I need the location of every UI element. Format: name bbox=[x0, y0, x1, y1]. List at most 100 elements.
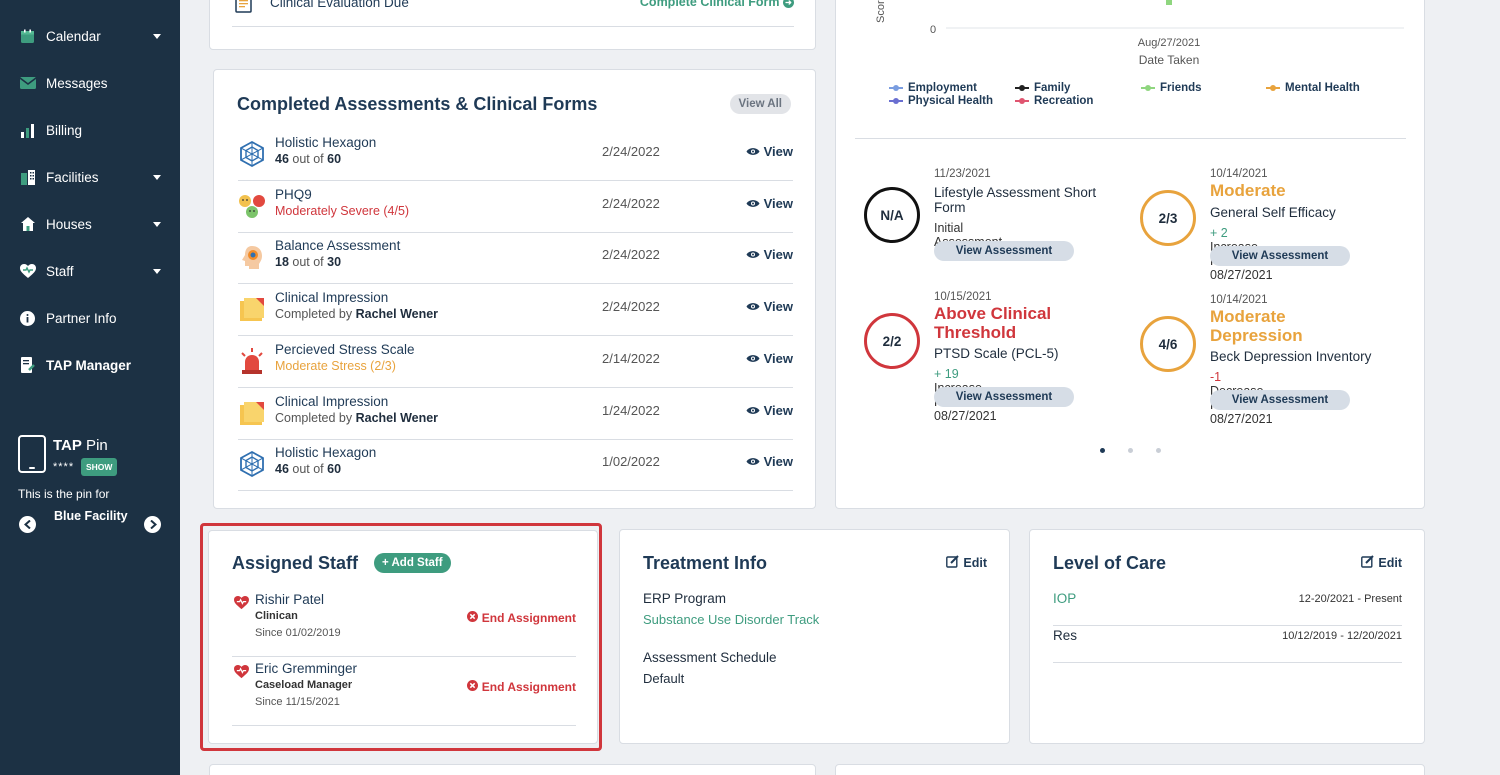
score-level: Moderate Depression bbox=[1210, 307, 1303, 345]
nav-facilities-label: Facilities bbox=[46, 169, 99, 185]
score-level: Moderate bbox=[1210, 181, 1286, 200]
assessment-name: Clinical Impression bbox=[275, 393, 389, 409]
assessment-result: Completed by Rachel Wener bbox=[275, 411, 438, 425]
assessment-row: PHQ9 Moderately Severe (4/5) 2/24/2022 View bbox=[238, 181, 793, 233]
assessment-date: 2/24/2022 bbox=[602, 195, 660, 211]
view-assessment-link[interactable]: View bbox=[746, 454, 793, 469]
view-assessment-link[interactable]: View bbox=[746, 351, 793, 366]
previous-facility-button[interactable] bbox=[19, 516, 36, 533]
nav-facilities[interactable]: Facilities bbox=[0, 162, 180, 192]
chart-xlabel: Date Taken bbox=[1139, 53, 1200, 67]
chevron-down-icon[interactable] bbox=[153, 221, 161, 227]
score-assessment-name: PTSD Scale (PCL-5) bbox=[934, 346, 1059, 361]
chevron-down-icon[interactable] bbox=[153, 174, 161, 180]
clinical-evaluation-title: Clinical Evaluation Due bbox=[270, 0, 409, 10]
end-assignment-button[interactable]: End Assignment bbox=[466, 611, 576, 625]
eye-icon bbox=[746, 144, 760, 159]
nav-billing[interactable]: Billing bbox=[0, 115, 180, 145]
view-assessment-link[interactable]: View bbox=[746, 247, 793, 262]
chevron-down-icon[interactable] bbox=[153, 33, 161, 39]
staff-role: Clinican bbox=[255, 610, 298, 622]
view-all-button[interactable]: View All bbox=[729, 94, 791, 114]
legend-item[interactable]: Friends bbox=[1141, 82, 1202, 94]
score-circle: 2/3 bbox=[1140, 190, 1196, 246]
legend-item[interactable]: Recreation bbox=[1015, 95, 1093, 107]
staff-since: Since 01/02/2019 bbox=[255, 627, 341, 639]
assessment-schedule-label: Assessment Schedule bbox=[643, 650, 777, 665]
tap-pin-title: TAP Pin bbox=[53, 437, 108, 454]
nav-tap-manager[interactable]: TAP Manager bbox=[0, 350, 180, 380]
score-assessment-name: Lifestyle Assessment Short Form bbox=[934, 185, 1097, 215]
assessment-row: Holistic Hexagon 46 out of 60 1/02/2022 Vie… bbox=[238, 439, 793, 492]
view-assessment-button[interactable]: View Assessment bbox=[1210, 246, 1350, 266]
add-staff-button[interactable]: + Add Staff bbox=[374, 553, 451, 573]
carousel-dot-3[interactable] bbox=[1156, 448, 1161, 453]
eye-icon bbox=[746, 351, 760, 366]
view-assessment-link[interactable]: View bbox=[746, 299, 793, 314]
carousel-dot-2[interactable] bbox=[1128, 448, 1133, 453]
view-assessment-button[interactable]: View Assessment bbox=[934, 241, 1074, 261]
next-facility-button[interactable] bbox=[144, 516, 161, 533]
chart-data-point bbox=[1166, 0, 1172, 5]
show-pin-button[interactable]: SHOW bbox=[81, 458, 118, 476]
staff-role: Caseload Manager bbox=[255, 679, 353, 691]
view-assessment-link[interactable]: View bbox=[746, 196, 793, 211]
end-assignment-label: End Assignment bbox=[481, 680, 576, 694]
level-of-care-row: Res 10/12/2019 - 12/20/2021 bbox=[1053, 626, 1402, 663]
score-change-sign: + 19 bbox=[934, 367, 959, 381]
view-label: View bbox=[763, 195, 793, 211]
nav-calendar[interactable]: Calendar bbox=[0, 21, 180, 51]
treatment-edit-button[interactable]: Edit bbox=[946, 555, 987, 571]
assessment-date: 2/24/2022 bbox=[602, 247, 660, 263]
head-icon bbox=[238, 243, 266, 271]
assessment-schedule-value: Default bbox=[643, 671, 685, 686]
score-change-sign: + 2 bbox=[1210, 226, 1228, 240]
level-of-care-edit-button[interactable]: Edit bbox=[1361, 555, 1402, 571]
view-label: View bbox=[763, 247, 793, 263]
nav-messages[interactable]: Messages bbox=[0, 68, 180, 98]
view-assessment-button[interactable]: View Assessment bbox=[1210, 390, 1350, 410]
legend-item[interactable]: Family bbox=[1015, 82, 1070, 94]
nav-staff[interactable]: Staff bbox=[0, 256, 180, 286]
score-circle: 2/2 bbox=[864, 313, 920, 369]
legend-item[interactable]: Employment bbox=[889, 82, 977, 94]
note-icon bbox=[238, 295, 266, 323]
bottom-card-left bbox=[209, 764, 816, 775]
view-assessment-button[interactable]: View Assessment bbox=[934, 387, 1074, 407]
chevron-down-icon[interactable] bbox=[153, 268, 161, 274]
score-circle: N/A bbox=[864, 187, 920, 243]
legend-item[interactable]: Mental Health bbox=[1266, 82, 1360, 94]
view-label: View bbox=[763, 299, 793, 315]
nav-messages-label: Messages bbox=[46, 75, 108, 91]
view-assessment-link[interactable]: View bbox=[746, 144, 793, 159]
building-icon bbox=[19, 169, 36, 186]
eye-icon bbox=[746, 247, 760, 262]
view-assessment-link[interactable]: View bbox=[746, 403, 793, 418]
complete-clinical-form-link[interactable]: Complete Clinical Form ➜ bbox=[640, 0, 794, 9]
staff-row: Eric Gremminger Caseload Manager Since 11/… bbox=[232, 658, 576, 726]
view-label: View bbox=[763, 402, 793, 418]
end-assignment-label: End Assignment bbox=[481, 611, 576, 625]
end-assignment-button[interactable]: End Assignment bbox=[466, 680, 576, 694]
assessment-date: 2/24/2022 bbox=[602, 144, 660, 159]
view-label: View bbox=[763, 144, 793, 159]
chart-xtick: Aug/27/2021 bbox=[1138, 37, 1200, 49]
tap-pin-masked: **** bbox=[53, 461, 75, 473]
level-of-care-name: IOP bbox=[1053, 591, 1077, 606]
erp-program-value: Substance Use Disorder Track bbox=[643, 612, 820, 627]
document-icon bbox=[19, 357, 36, 374]
legend-item[interactable]: Physical Health bbox=[889, 95, 993, 107]
nav-houses-label: Houses bbox=[46, 216, 92, 232]
clinical-evaluation-row: Clinical Evaluation Due Complete Clinica… bbox=[232, 0, 794, 27]
house-icon bbox=[19, 216, 36, 233]
level-of-care-title: Level of Care bbox=[1053, 553, 1167, 573]
carousel-dot-1[interactable] bbox=[1100, 448, 1105, 453]
assessment-date: 1/24/2022 bbox=[602, 402, 660, 418]
level-of-care-edit-label: Edit bbox=[1378, 556, 1402, 570]
score-line-chart: Scor 0 Aug/27/2021 Date Taken bbox=[875, 0, 1404, 67]
assessment-chart-card: Scor 0 Aug/27/2021 Date Taken Employment… bbox=[835, 0, 1425, 509]
nav-houses[interactable]: Houses bbox=[0, 209, 180, 239]
staff-name: Eric Gremminger bbox=[255, 661, 358, 676]
nav-partner-info[interactable]: Partner Info bbox=[0, 303, 180, 333]
assessment-row: Holistic Hexagon 46 out of 60 2/24/2022 Vie… bbox=[238, 129, 793, 181]
